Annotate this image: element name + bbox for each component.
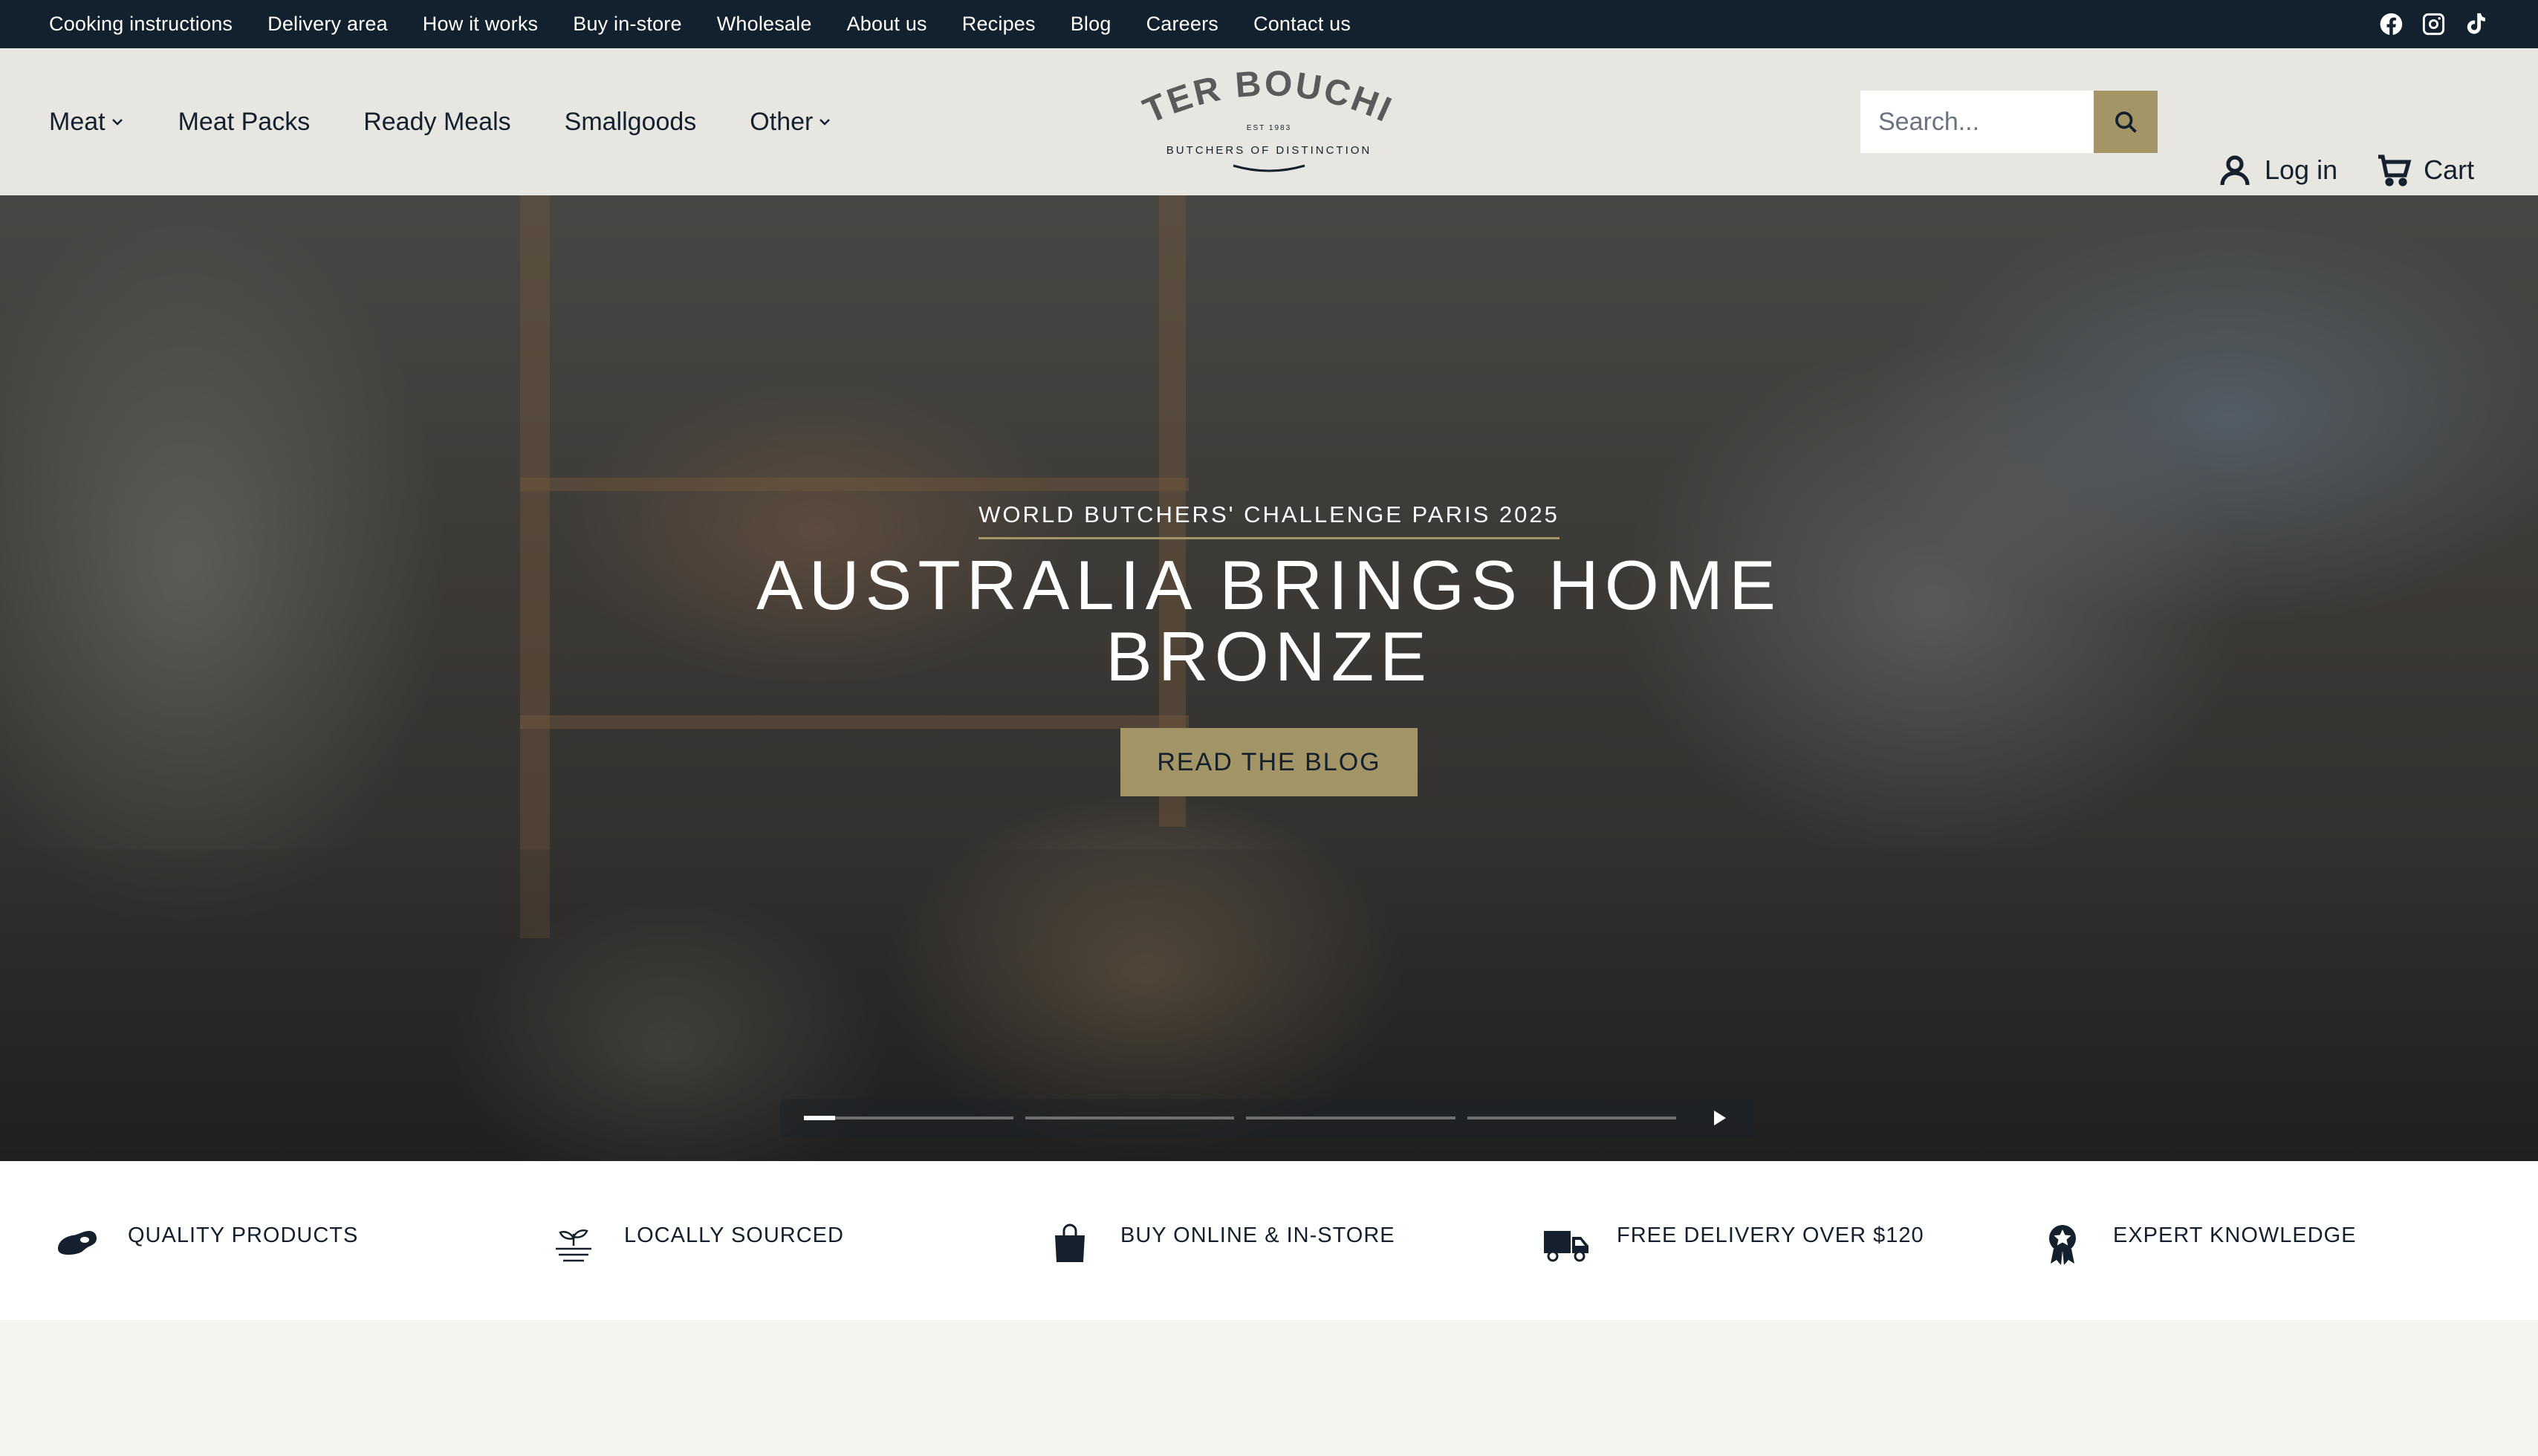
nav-ready-meals-label: Ready Meals <box>363 107 511 136</box>
link-careers[interactable]: Careers <box>1146 13 1218 36</box>
nav-meat[interactable]: Meat <box>49 108 125 137</box>
link-delivery-area[interactable]: Delivery area <box>267 13 388 36</box>
nav-ready-meals[interactable]: Ready Meals <box>363 108 510 137</box>
page-content-area <box>0 1320 2538 1456</box>
link-contact-us[interactable]: Contact us <box>1253 13 1351 36</box>
hero-headline: AUSTRALIA BRINGS HOME BRONZE <box>756 546 1782 695</box>
site-logo[interactable]: PETER BOUCHIER EST 1983 BUTCHERS OF DIST… <box>1115 36 1409 179</box>
feature-quality-products: QUALITY PRODUCTS <box>53 1161 550 1320</box>
link-about-us[interactable]: About us <box>847 13 927 36</box>
nav-other-label: Other <box>750 107 814 136</box>
svg-text:PETER BOUCHIER: PETER BOUCHIER <box>1129 68 1399 131</box>
award-badge-icon <box>2049 1225 2076 1265</box>
search-input[interactable] <box>1860 91 2094 153</box>
user-icon <box>2220 155 2250 186</box>
logo-tagline: BUTCHERS OF DISTINCTION <box>1166 144 1372 157</box>
tiktok-icon[interactable] <box>2463 11 2489 37</box>
nav-meat-label: Meat <box>49 107 106 136</box>
feature-label: BUY ONLINE & IN-STORE <box>1120 1223 1395 1247</box>
feature-locally-sourced: LOCALLY SOURCED <box>550 1161 1046 1320</box>
feature-label: QUALITY PRODUCTS <box>128 1223 359 1247</box>
utility-links: Cooking instructions Delivery area How i… <box>49 13 1351 36</box>
logo-name: PETER BOUCHIER <box>1115 36 1396 131</box>
shopping-bag-icon <box>1055 1223 1085 1262</box>
delivery-truck-icon <box>1544 1231 1588 1262</box>
hero-content: WORLD BUTCHERS' CHALLENGE PARIS 2025 AUS… <box>0 195 2538 1161</box>
feature-buy-online-in-store: BUY ONLINE & IN-STORE <box>1046 1161 1542 1320</box>
utility-bar: Cooking instructions Delivery area How i… <box>0 0 2538 48</box>
link-how-it-works[interactable]: How it works <box>423 13 538 36</box>
feature-label: EXPERT KNOWLEDGE <box>2113 1223 2357 1247</box>
nav-meat-packs-label: Meat Packs <box>178 107 311 136</box>
link-wholesale[interactable]: Wholesale <box>717 13 812 36</box>
slide-progress-bar[interactable] <box>804 1116 1013 1120</box>
facebook-icon[interactable] <box>2378 11 2404 37</box>
feature-label: LOCALLY SOURCED <box>624 1223 844 1247</box>
nav-other[interactable]: Other <box>750 108 832 137</box>
features-strip: QUALITY PRODUCTS LOCALLY SOURCED BUY ONL… <box>0 1161 2538 1320</box>
nav-meat-packs[interactable]: Meat Packs <box>178 108 311 137</box>
link-buy-in-store[interactable]: Buy in-store <box>573 13 681 36</box>
hero-eyebrow: WORLD BUTCHERS' CHALLENGE PARIS 2025 <box>978 501 1560 539</box>
search-icon <box>2115 111 2137 133</box>
login-link[interactable]: Log in <box>2217 152 2337 188</box>
feature-label: FREE DELIVERY OVER $120 <box>1617 1223 1924 1247</box>
slide-progress-bar[interactable] <box>1467 1117 1677 1119</box>
play-icon <box>1714 1111 1727 1125</box>
read-blog-button[interactable]: READ THE BLOG <box>1120 728 1418 796</box>
play-button[interactable] <box>1709 1107 1731 1129</box>
feature-expert-knowledge: EXPERT KNOWLEDGE <box>2039 1161 2535 1320</box>
slideshow-controls <box>780 1099 1755 1137</box>
slide-progress-fill <box>804 1116 836 1120</box>
slide-progress-bar[interactable] <box>1025 1117 1235 1119</box>
nav-smallgoods-label: Smallgoods <box>564 107 697 136</box>
slide-progress-bar[interactable] <box>1246 1117 1455 1119</box>
logo-est: EST 1983 <box>1247 124 1291 132</box>
site-header: Meat Meat Packs Ready Meals Smallgoods O… <box>0 36 2538 195</box>
feature-free-delivery: FREE DELIVERY OVER $120 <box>1542 1161 2039 1320</box>
steak-icon <box>58 1231 97 1255</box>
link-recipes[interactable]: Recipes <box>962 13 1036 36</box>
main-nav: Meat Meat Packs Ready Meals Smallgoods O… <box>49 108 832 137</box>
login-label: Log in <box>2265 155 2338 185</box>
cart-icon <box>2378 155 2412 186</box>
instagram-icon[interactable] <box>2421 11 2447 37</box>
chevron-down-icon <box>820 119 831 126</box>
search-form <box>1860 91 2158 153</box>
hero-slideshow: WORLD BUTCHERS' CHALLENGE PARIS 2025 AUS… <box>0 195 2538 1161</box>
sprout-icon <box>556 1229 591 1262</box>
chevron-down-icon <box>111 119 123 126</box>
link-blog[interactable]: Blog <box>1071 13 1111 36</box>
social-links <box>2378 11 2489 37</box>
nav-smallgoods[interactable]: Smallgoods <box>565 108 697 137</box>
cart-label: Cart <box>2424 155 2475 185</box>
cart-link[interactable]: Cart <box>2376 152 2474 188</box>
link-cooking-instructions[interactable]: Cooking instructions <box>49 13 233 36</box>
search-button[interactable] <box>2094 91 2158 153</box>
